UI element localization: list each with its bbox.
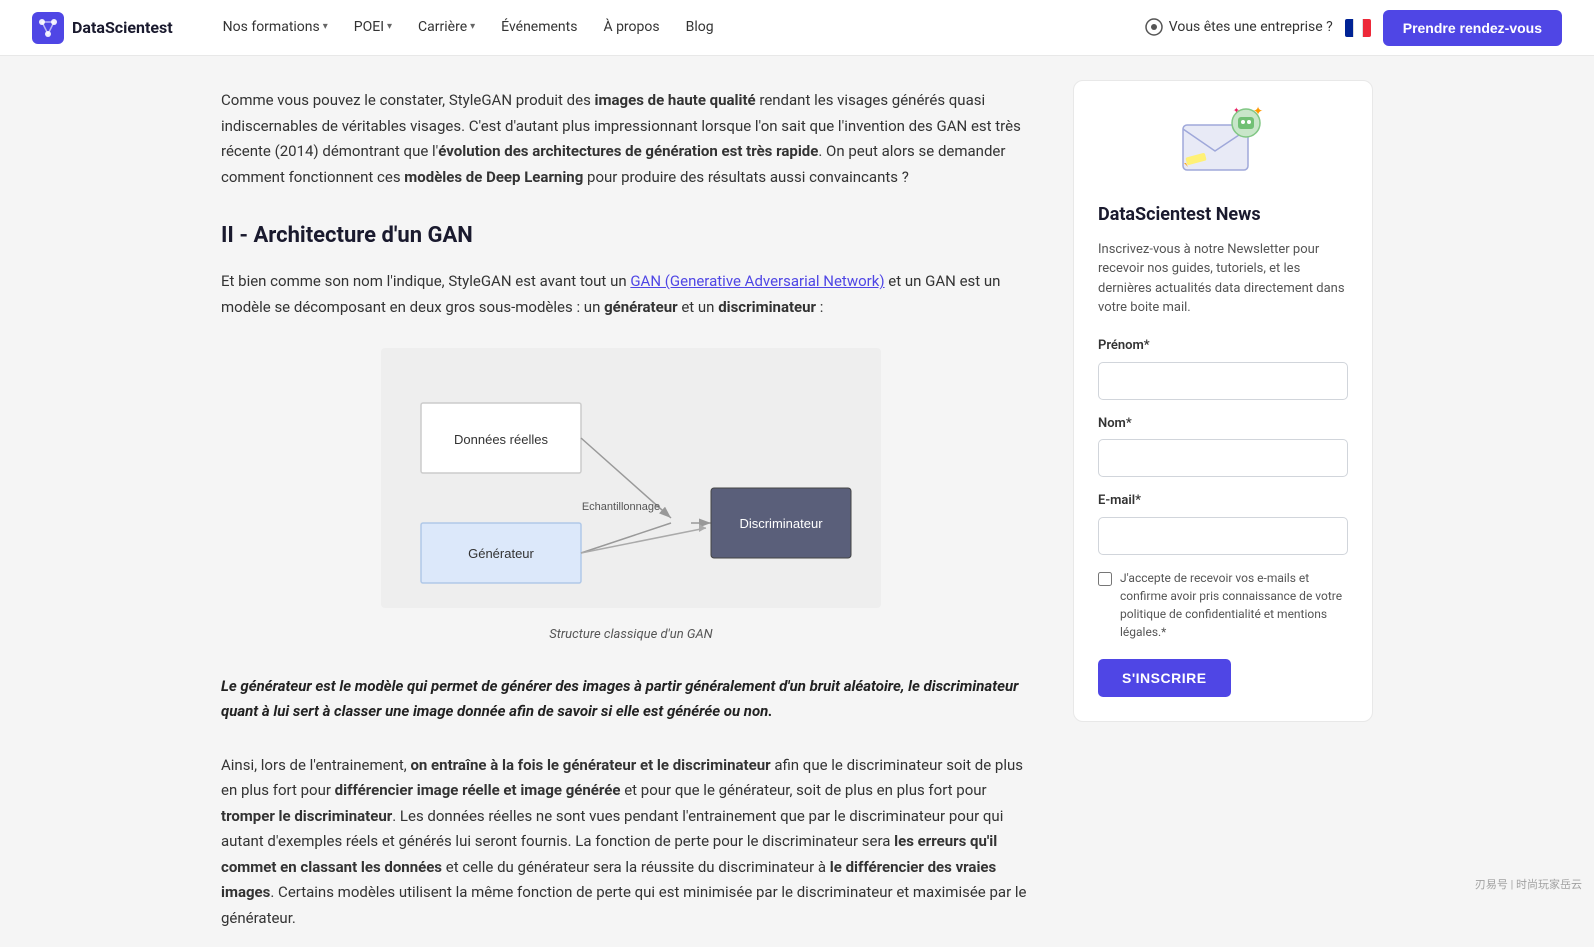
logo-text: DataScientest xyxy=(72,15,173,41)
flag-white xyxy=(1353,19,1363,37)
generateur-text: générateur xyxy=(604,298,678,316)
intro-bold-1: images de haute qualité xyxy=(595,91,756,109)
nav-poei[interactable]: POEI ▾ xyxy=(344,10,402,44)
gan-link[interactable]: GAN (Generative Adversarial Network) xyxy=(630,272,884,290)
diagram-container: Données réelles Générateur Echantillonna… xyxy=(371,348,891,646)
bottom-bold-2: différencier image réelle et image génér… xyxy=(335,781,621,799)
chevron-down-icon: ▾ xyxy=(470,19,475,35)
svg-text:Echantillonnage: Echantillonnage xyxy=(582,501,660,513)
nav-links: Nos formations ▾ POEI ▾ Carrière ▾ Événe… xyxy=(213,10,1145,44)
newsletter-card: ✦ ✦ DataScientest News Inscrivez-vous à … xyxy=(1073,80,1373,722)
newsletter-icon-wrap: ✦ ✦ xyxy=(1098,105,1348,185)
section-title: II - Architecture d'un GAN xyxy=(221,218,1041,253)
nom-label: Nom* xyxy=(1098,414,1348,435)
flag-blue xyxy=(1345,19,1353,37)
sidebar: ✦ ✦ DataScientest News Inscrivez-vous à … xyxy=(1073,72,1373,947)
enterprise-link[interactable]: Vous êtes une entreprise ? xyxy=(1145,16,1333,38)
prenom-group: Prénom* xyxy=(1098,336,1348,400)
gan-diagram: Données réelles Générateur Echantillonna… xyxy=(381,348,881,608)
chevron-down-icon: ▾ xyxy=(323,19,328,35)
chevron-down-icon: ▾ xyxy=(387,19,392,35)
nav-evenements[interactable]: Événements xyxy=(491,10,587,44)
nom-input[interactable] xyxy=(1098,439,1348,477)
enterprise-icon xyxy=(1145,18,1163,36)
nav-carriere[interactable]: Carrière ▾ xyxy=(408,10,485,44)
nom-group: Nom* xyxy=(1098,414,1348,478)
intro-bold-2: évolution des architectures de génératio… xyxy=(438,142,818,160)
quote-text: Le générateur est le modèle qui permet d… xyxy=(221,674,1041,725)
email-label: E-mail* xyxy=(1098,491,1348,512)
svg-text:Discriminateur: Discriminateur xyxy=(739,516,823,531)
quote-block: Le générateur est le modèle qui permet d… xyxy=(221,674,1041,725)
page-wrapper: Comme vous pouvez le constater, StyleGAN… xyxy=(197,0,1397,947)
subscribe-button[interactable]: S'INSCRIRE xyxy=(1098,659,1231,697)
prenom-label: Prénom* xyxy=(1098,336,1348,357)
flag-red xyxy=(1363,19,1371,37)
svg-text:✦: ✦ xyxy=(1233,106,1240,115)
intro-paragraph: Comme vous pouvez le constater, StyleGAN… xyxy=(221,88,1041,190)
main-content: Comme vous pouvez le constater, StyleGAN… xyxy=(221,72,1041,947)
bottom-bold-1: on entraîne à la fois le générateur et l… xyxy=(410,756,770,774)
section-intro: Et bien comme son nom l'indique, StyleGA… xyxy=(221,269,1041,320)
svg-text:✦: ✦ xyxy=(1253,105,1263,118)
consent-row: J'accepte de recevoir vos e-mails et con… xyxy=(1098,569,1348,641)
newsletter-desc: Inscrivez-vous à notre Newsletter pour r… xyxy=(1098,240,1348,318)
nav-blog[interactable]: Blog xyxy=(676,10,724,44)
newsletter-title: DataScientest News xyxy=(1098,201,1348,230)
newsletter-icon: ✦ ✦ xyxy=(1178,105,1268,185)
consent-label: J'accepte de recevoir vos e-mails et con… xyxy=(1120,569,1348,641)
prenom-input[interactable] xyxy=(1098,362,1348,400)
logo-link[interactable]: DataScientest xyxy=(32,12,173,44)
discriminateur-text: discriminateur xyxy=(718,298,816,316)
cta-button[interactable]: Prendre rendez-vous xyxy=(1383,10,1562,46)
nav-apropos[interactable]: À propos xyxy=(593,10,669,44)
bottom-bold-3: tromper le discriminateur xyxy=(221,807,392,825)
diagram-caption: Structure classique d'un GAN xyxy=(371,625,891,646)
watermark: 刃易号 | 时尚玩家岳云 xyxy=(1475,876,1582,894)
bottom-paragraph: Ainsi, lors de l'entrainement, on entraî… xyxy=(221,753,1041,932)
consent-checkbox[interactable] xyxy=(1098,572,1112,586)
svg-text:Données réelles: Données réelles xyxy=(454,432,548,447)
email-input[interactable] xyxy=(1098,517,1348,555)
language-flag[interactable] xyxy=(1345,19,1371,37)
nav-right: Vous êtes une entreprise ? Prendre rende… xyxy=(1145,10,1562,46)
navbar: DataScientest Nos formations ▾ POEI ▾ Ca… xyxy=(0,0,1594,56)
svg-text:Générateur: Générateur xyxy=(468,546,534,561)
intro-bold-3: modèles de Deep Learning xyxy=(404,168,583,186)
logo-icon xyxy=(32,12,64,44)
nav-formations[interactable]: Nos formations ▾ xyxy=(213,10,338,44)
email-group: E-mail* xyxy=(1098,491,1348,555)
